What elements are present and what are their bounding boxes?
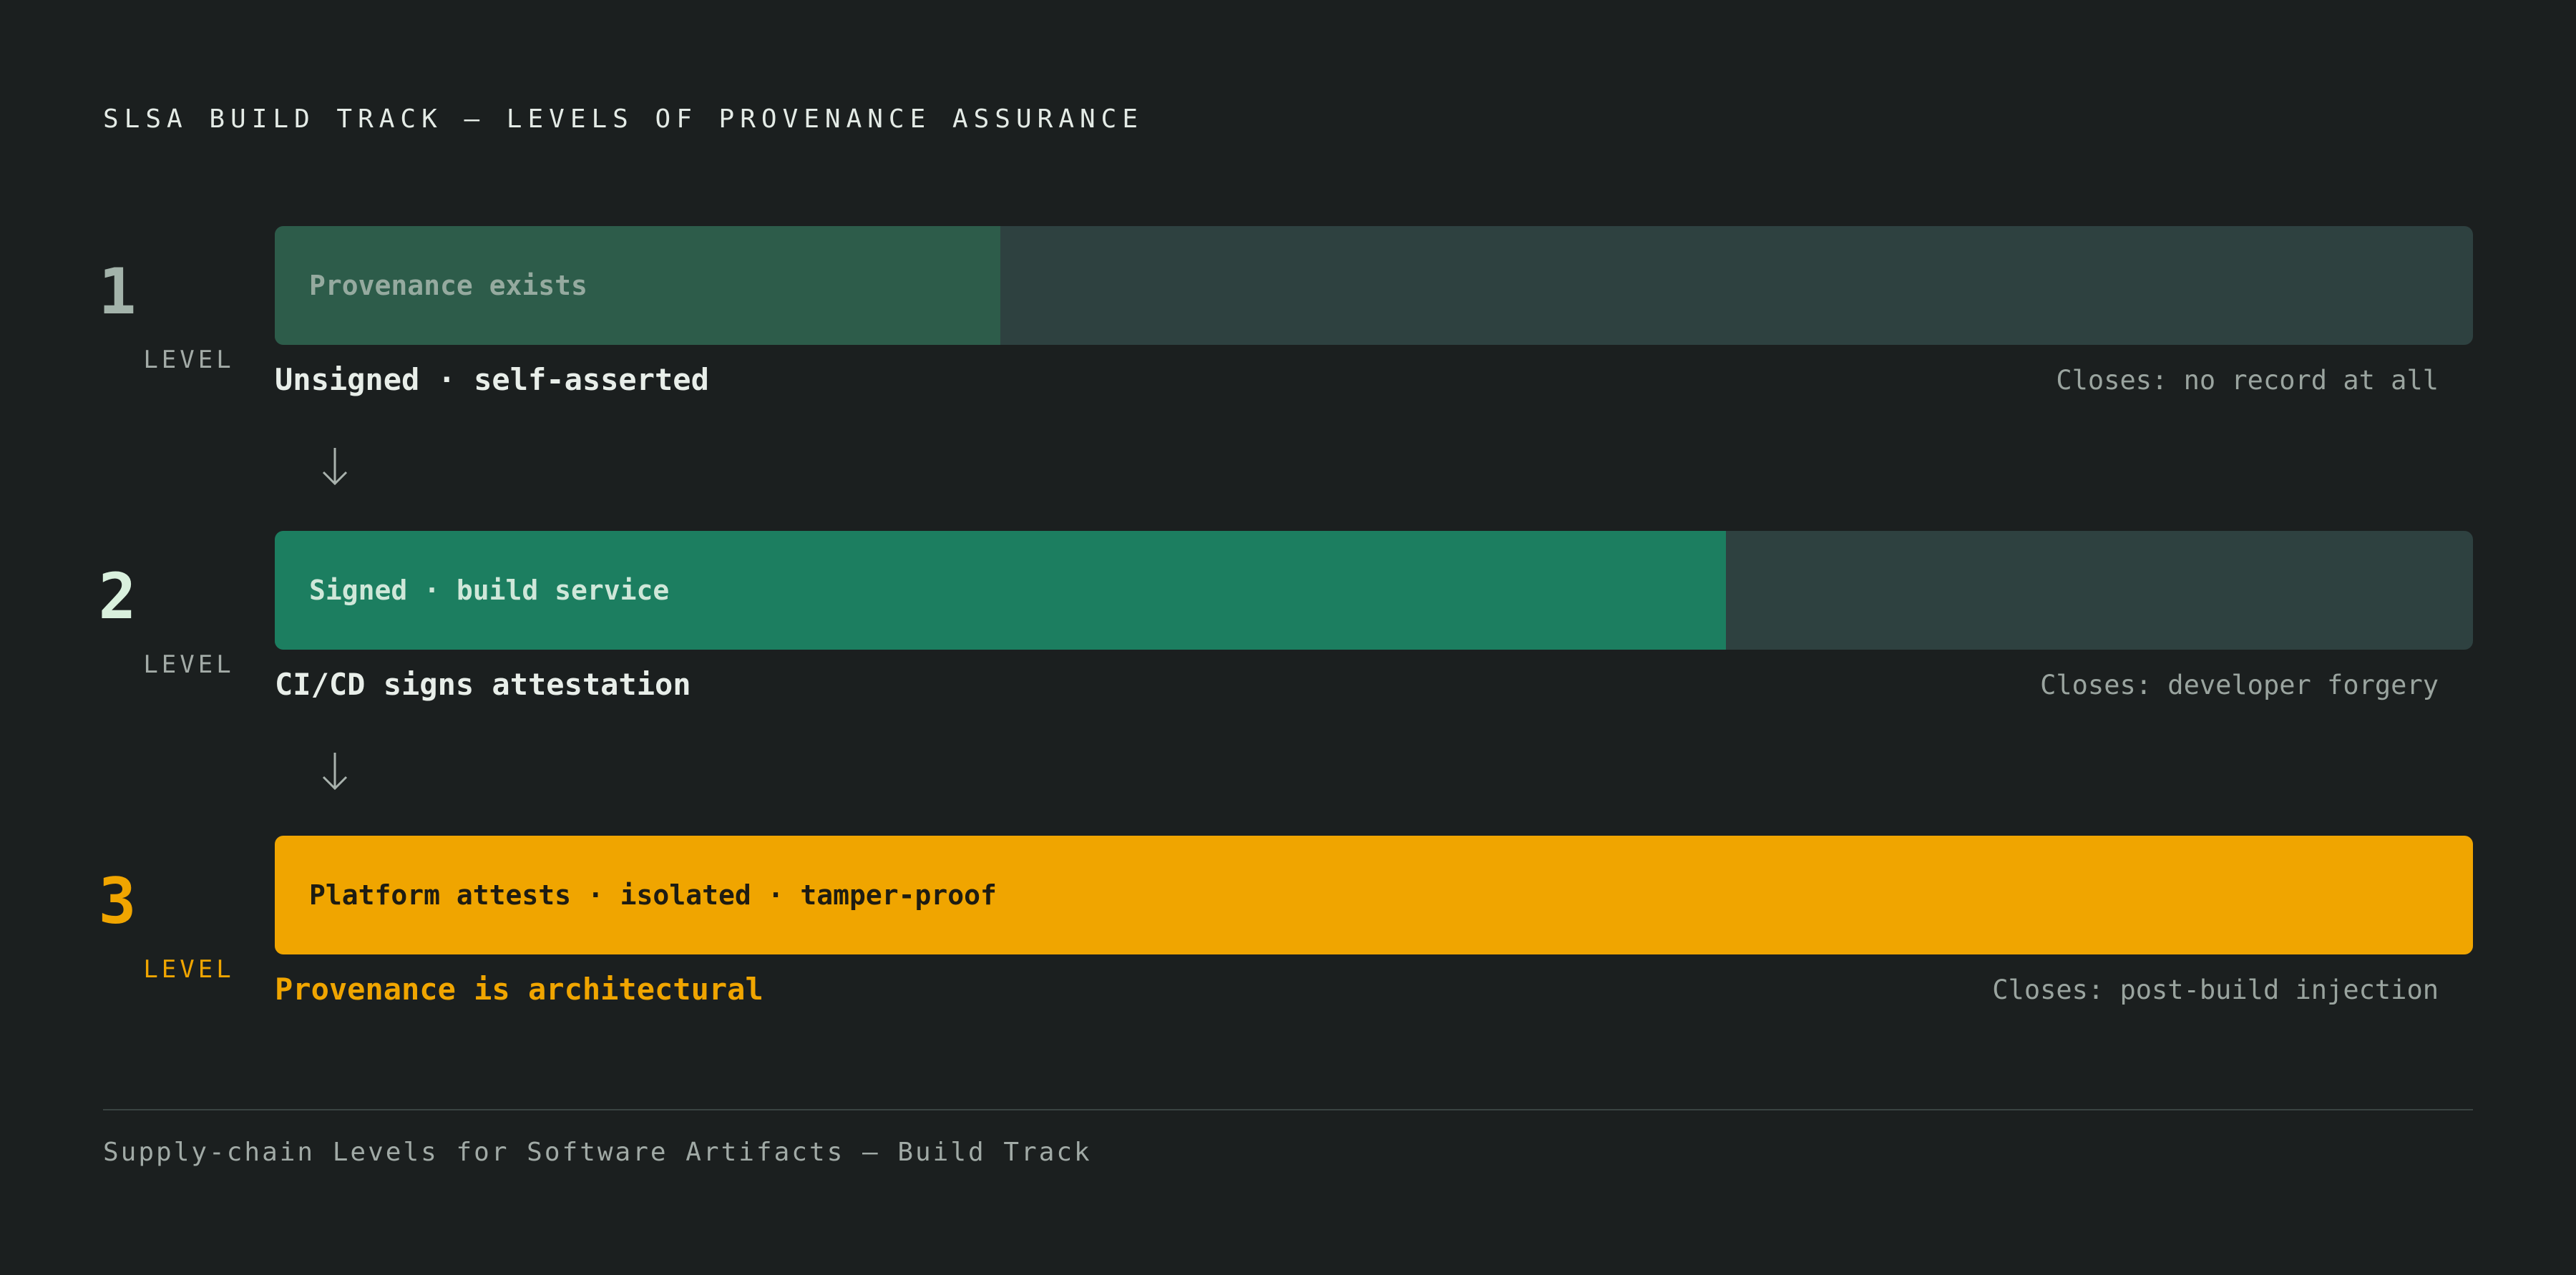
- level-caption: Unsigned · self-asserted: [275, 362, 709, 397]
- level-row-1: 1 LEVEL Provenance exists Unsigned · sel…: [0, 226, 2576, 398]
- level-word: LEVEL: [143, 346, 235, 374]
- level-caption: CI/CD signs attestation: [275, 667, 691, 702]
- level-number: 2: [98, 560, 137, 633]
- level-closes: Closes: developer forgery: [2040, 670, 2439, 700]
- arrow-down-icon: [322, 753, 348, 791]
- level-bar-track: Platform attests · isolated · tamper-pro…: [275, 836, 2473, 954]
- level-bar-label: Signed · build service: [309, 575, 670, 606]
- level-bar-track: Provenance exists: [275, 226, 2473, 345]
- level-row-3: 3 LEVEL Platform attests · isolated · ta…: [0, 836, 2576, 1007]
- diagram-title: SLSA BUILD TRACK — LEVELS OF PROVENANCE …: [103, 104, 1144, 134]
- level-word: LEVEL: [143, 650, 235, 679]
- level-number: 1: [98, 255, 137, 328]
- diagram-page: SLSA BUILD TRACK — LEVELS OF PROVENANCE …: [0, 0, 2576, 1275]
- level-bar-label: Platform attests · isolated · tamper-pro…: [309, 879, 997, 911]
- footer-divider: [103, 1109, 2473, 1110]
- level-word: LEVEL: [143, 955, 235, 984]
- arrow-down-icon: [322, 448, 348, 486]
- level-caption: Provenance is architectural: [275, 972, 763, 1007]
- footer-caption: Supply-chain Levels for Software Artifac…: [103, 1138, 1092, 1167]
- level-row-2: 2 LEVEL Signed · build service CI/CD sig…: [0, 531, 2576, 703]
- level-closes: Closes: no record at all: [2056, 365, 2439, 396]
- level-closes: Closes: post-build injection: [1992, 974, 2439, 1005]
- level-bar-track: Signed · build service: [275, 531, 2473, 650]
- level-number: 3: [98, 864, 137, 938]
- level-bar-label: Provenance exists: [309, 270, 587, 301]
